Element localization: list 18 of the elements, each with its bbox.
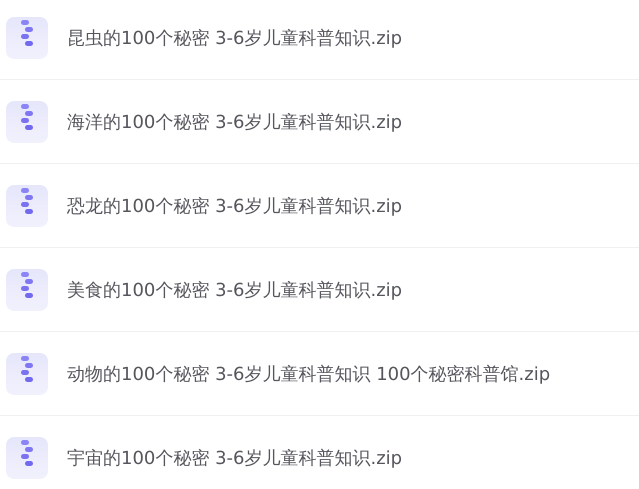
zip-file-icon — [6, 184, 48, 226]
zip-file-icon — [6, 100, 48, 142]
zip-file-icon — [6, 268, 48, 310]
file-row[interactable]: 动物的100个秘密 3-6岁儿童科普知识 100个秘密科普馆.zip — [0, 332, 639, 416]
file-name: 美食的100个秘密 3-6岁儿童科普知识.zip — [67, 278, 402, 302]
file-row[interactable]: 海洋的100个秘密 3-6岁儿童科普知识.zip — [0, 80, 639, 164]
file-name: 昆虫的100个秘密 3-6岁儿童科普知识.zip — [67, 26, 402, 50]
file-row[interactable]: 昆虫的100个秘密 3-6岁儿童科普知识.zip — [0, 0, 639, 80]
zip-file-icon — [6, 352, 48, 394]
file-row[interactable]: 宇宙的100个秘密 3-6岁儿童科普知识.zip — [0, 416, 639, 489]
zip-file-icon — [6, 16, 48, 58]
file-name: 宇宙的100个秘密 3-6岁儿童科普知识.zip — [67, 446, 402, 470]
file-name: 海洋的100个秘密 3-6岁儿童科普知识.zip — [67, 110, 402, 134]
file-row[interactable]: 恐龙的100个秘密 3-6岁儿童科普知识.zip — [0, 164, 639, 248]
file-name: 动物的100个秘密 3-6岁儿童科普知识 100个秘密科普馆.zip — [67, 362, 550, 386]
zip-file-icon — [6, 436, 48, 478]
file-row[interactable]: 美食的100个秘密 3-6岁儿童科普知识.zip — [0, 248, 639, 332]
file-name: 恐龙的100个秘密 3-6岁儿童科普知识.zip — [67, 194, 402, 218]
